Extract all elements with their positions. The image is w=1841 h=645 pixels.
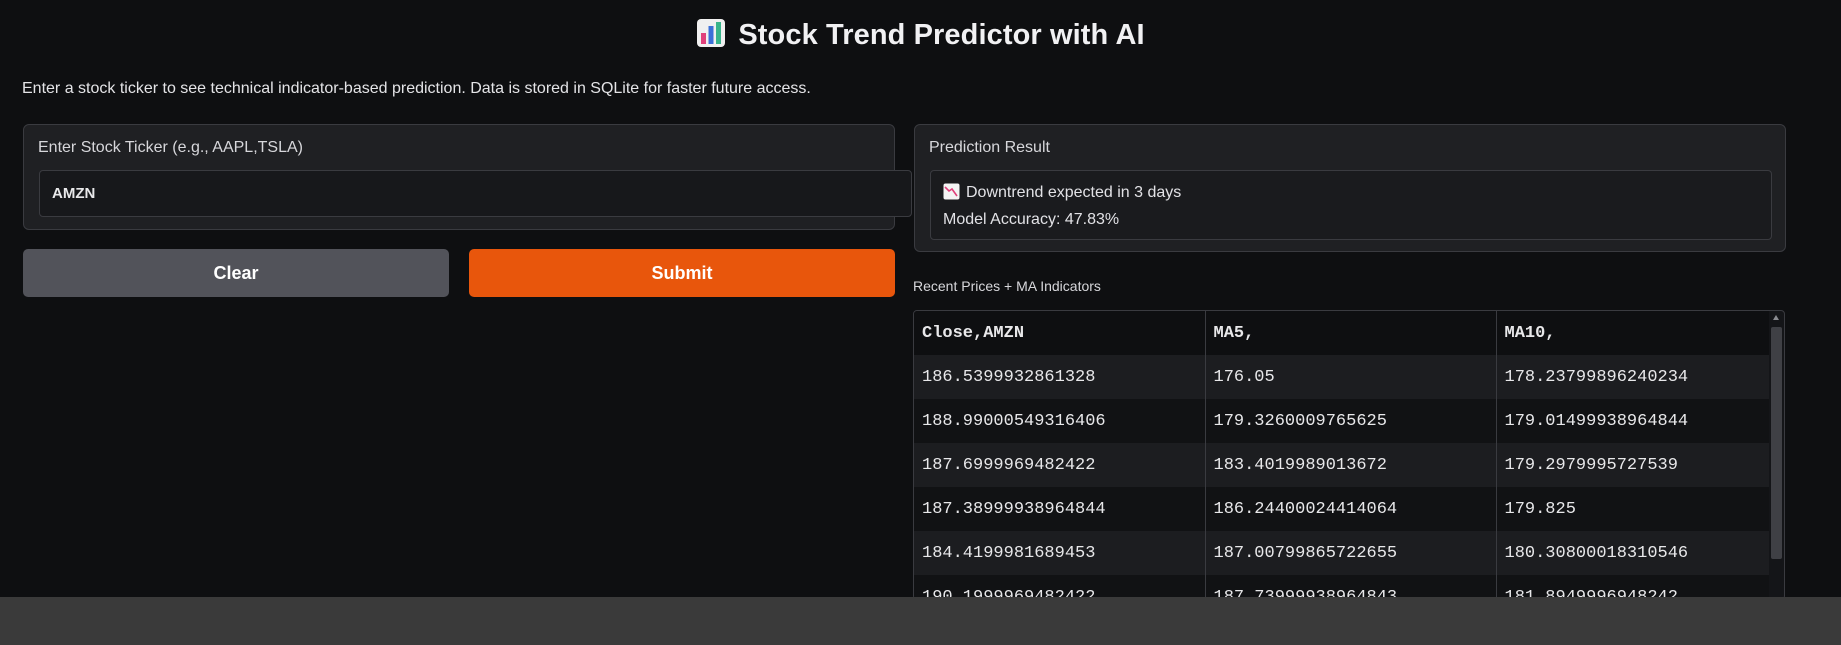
table-cell[interactable]: 179.2979995727539 [1496, 443, 1769, 487]
page-title-text: Stock Trend Predictor with AI [738, 19, 1145, 51]
table-cell[interactable]: 183.4019989013672 [1205, 443, 1497, 487]
column-header-close[interactable]: Close,AMZN [914, 311, 1206, 355]
table-cell[interactable]: 187.00799865722655 [1205, 531, 1497, 575]
table-row: 186.5399932861328 176.05 178.23799896240… [914, 355, 1769, 399]
column-header-ma5[interactable]: MA5, [1205, 311, 1497, 355]
ticker-input[interactable] [39, 170, 912, 217]
column-header-ma10[interactable]: MA10, [1496, 311, 1769, 355]
table-cell[interactable]: 184.4199981689453 [914, 531, 1206, 575]
downtrend-chart-icon [943, 183, 960, 208]
submit-button[interactable]: Submit [469, 249, 895, 297]
prediction-result-panel: Prediction Result Downtrend expected in … [914, 124, 1786, 252]
table-cell[interactable]: 178.23799896240234 [1496, 355, 1769, 399]
table-row: 187.6999969482422 183.4019989013672 179.… [914, 443, 1769, 487]
table-cell[interactable]: 179.3260009765625 [1205, 399, 1497, 443]
bar-chart-icon [696, 18, 726, 56]
table-cell[interactable]: 176.05 [1205, 355, 1497, 399]
app-root: Stock Trend Predictor with AI Enter a st… [0, 0, 1841, 645]
table-row: 187.38999938964844 186.24400024414064 17… [914, 487, 1769, 531]
table-header-row: Close,AMZN MA5, MA10, [914, 311, 1769, 355]
prices-table: Close,AMZN MA5, MA10, 186.5399932861328 … [914, 311, 1769, 599]
bottom-bar [0, 597, 1841, 645]
scroll-up-arrow-icon[interactable] [1773, 315, 1779, 320]
prices-table-container: Close,AMZN MA5, MA10, 186.5399932861328 … [913, 310, 1785, 600]
table-row: 184.4199981689453 187.00799865722655 180… [914, 531, 1769, 575]
table-cell[interactable]: 179.01499938964844 [1496, 399, 1769, 443]
table-cell[interactable]: 187.6999969482422 [914, 443, 1206, 487]
trend-line: Downtrend expected in 3 days [943, 181, 1759, 208]
table-cell[interactable]: 187.38999938964844 [914, 487, 1206, 531]
accuracy-text: Model Accuracy: 47.83% [943, 211, 1120, 228]
table-cell[interactable]: 186.5399932861328 [914, 355, 1206, 399]
page-subtitle: Enter a stock ticker to see technical in… [22, 80, 811, 97]
table-cell[interactable]: 186.24400024414064 [1205, 487, 1497, 531]
table-cell[interactable]: 179.825 [1496, 487, 1769, 531]
scrollbar-thumb[interactable] [1771, 327, 1782, 559]
table-row: 188.99000549316406 179.3260009765625 179… [914, 399, 1769, 443]
prediction-result-label: Prediction Result [929, 139, 1050, 156]
table-scrollbar[interactable] [1770, 315, 1782, 597]
page-title: Stock Trend Predictor with AI [0, 18, 1841, 56]
ticker-input-label: Enter Stock Ticker (e.g., AAPL,TSLA) [38, 139, 303, 156]
clear-button[interactable]: Clear [23, 249, 449, 297]
prediction-result-box: Downtrend expected in 3 days Model Accur… [930, 170, 1772, 240]
table-cell[interactable]: 188.99000549316406 [914, 399, 1206, 443]
table-caption: Recent Prices + MA Indicators [913, 278, 1101, 294]
trend-text: Downtrend expected in 3 days [966, 184, 1182, 201]
table-cell[interactable]: 180.30800018310546 [1496, 531, 1769, 575]
ticker-input-panel: Enter Stock Ticker (e.g., AAPL,TSLA) [23, 124, 912, 230]
